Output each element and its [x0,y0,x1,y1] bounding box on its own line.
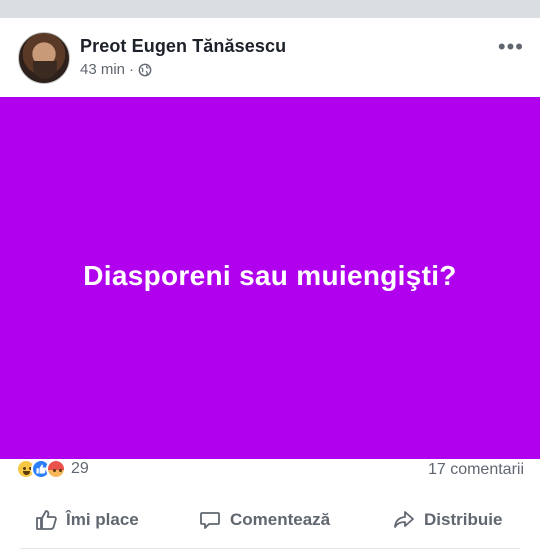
like-label: Îmi place [66,510,139,529]
post-meta: 43 min · [80,61,152,78]
post-image-text: Diasporeni sau muiengişti? [83,260,457,291]
globe-icon [138,63,152,76]
share-label: Distribuie [424,510,503,529]
like-button[interactable]: Îmi place [34,508,139,532]
meta-separator: · [129,61,135,78]
post-image[interactable]: Diasporeni sau muiengişti? [0,97,540,459]
share-button[interactable]: Distribuie [392,508,502,532]
post-stats: 29 17 comentarii [0,455,540,485]
comment-bubble-icon [200,512,220,529]
reactions-summary[interactable]: 29 [16,459,89,479]
avatar[interactable] [18,32,70,84]
angry-reaction-icon [46,459,66,479]
post-actions: Îmi place Comentează Distribuie [0,500,540,544]
top-strip [0,0,540,18]
post-time[interactable]: 43 min [80,61,125,78]
comment-label: Comentează [230,510,331,529]
comment-button[interactable]: Comentează [198,508,330,532]
post-header: Preot Eugen Tănăsescu 43 min · ••• [0,18,540,98]
avatar-beard [33,61,57,79]
more-options-button[interactable]: ••• [498,36,524,58]
post-card: Preot Eugen Tănăsescu 43 min · ••• Diasp… [0,18,540,554]
share-arrow-icon [394,511,414,528]
author-name[interactable]: Preot Eugen Tănăsescu [80,36,286,57]
divider [20,548,520,549]
comment-count[interactable]: 17 comentarii [428,461,524,479]
thumbs-up-icon [36,510,57,530]
reaction-count: 29 [71,460,89,477]
